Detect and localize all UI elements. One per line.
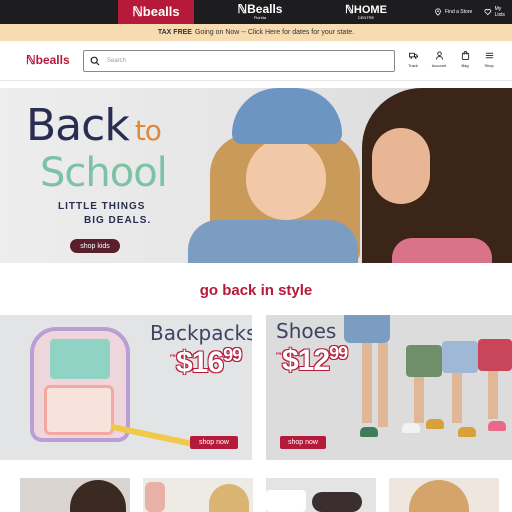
- brand-tab-label: ℕBealls: [237, 2, 283, 16]
- hero-photo-bucket-hat: [232, 88, 342, 144]
- section-title: go back in style: [199, 282, 313, 299]
- shoes-promo[interactable]: Shoes FROM $1299 shop now: [266, 315, 512, 460]
- my-lists-link[interactable]: My Lists: [484, 0, 512, 24]
- backpacks-price-dollars: $16: [176, 346, 224, 379]
- shoes-photo-shorts: [478, 339, 512, 371]
- category-tile[interactable]: [266, 478, 376, 512]
- hero-photo-denim-jacket: [188, 220, 358, 263]
- category-tile[interactable]: [143, 478, 253, 512]
- search-icon: [90, 56, 100, 66]
- tax-free-text: Going on Now -- Click Here for dates for…: [194, 29, 355, 36]
- search-placeholder: Search: [107, 58, 127, 64]
- backpacks-promo[interactable]: Backpacks FROM $1699 shop now: [0, 315, 252, 460]
- shoes-photo-leg: [362, 343, 372, 423]
- person-icon: [435, 51, 443, 60]
- location-pin-icon: [435, 8, 441, 16]
- tile-photo-phone: [145, 482, 165, 512]
- hero-title-back: Back to: [26, 104, 162, 153]
- shoes-photo-sneaker: [402, 423, 420, 433]
- bealls-logo[interactable]: ℕbealls: [26, 53, 70, 67]
- shoes-photo-leg: [452, 373, 462, 423]
- hero-photo-girl-face: [372, 128, 430, 204]
- shoes-title: Shoes: [276, 319, 337, 343]
- backpacks-price-cents: 99: [223, 345, 242, 365]
- shop-backpacks-button[interactable]: shop now: [190, 436, 238, 449]
- shoes-photo-leg: [488, 371, 498, 419]
- category-tile[interactable]: [389, 478, 499, 512]
- find-store-link[interactable]: Find a Store: [434, 0, 472, 24]
- site-header: ℕbealls Search Track Account Bag Shop: [0, 41, 512, 81]
- shoes-photo-sneaker: [458, 427, 476, 437]
- menu-icon: [485, 52, 493, 59]
- hero-photo-girl-top: [392, 238, 492, 263]
- bag-label: Bag: [461, 63, 469, 68]
- truck-icon: [408, 52, 418, 59]
- shoes-price-dollars: $12: [282, 344, 330, 377]
- find-store-label: Find a Store: [445, 9, 473, 15]
- tile-photo-sunglasses: [312, 492, 362, 512]
- tile-photo-boy: [70, 480, 126, 512]
- backpacks-title: Backpacks: [150, 321, 252, 345]
- hero-word-to: to: [134, 114, 162, 147]
- hero-title-school: School: [40, 150, 168, 196]
- tile-photo-appliance: [266, 490, 306, 512]
- shoes-photo-sneaker: [488, 421, 506, 431]
- backpack-pocket: [44, 385, 114, 435]
- shoes-photo-shorts: [442, 341, 478, 373]
- brand-tab-bealls[interactable]: ℕbealls: [118, 0, 194, 24]
- hero-subtitle-line1: LITTLE THINGS: [58, 201, 146, 212]
- bag-icon: [461, 51, 469, 60]
- shop-menu-button[interactable]: Shop: [478, 51, 500, 68]
- backpack-contents: [50, 339, 110, 379]
- brand-bar: ℕbealls ℕBealls Florida ℕHOME CENTRE Fin…: [0, 0, 512, 24]
- shop-kids-button[interactable]: shop kids: [70, 239, 120, 253]
- brand-tab-bealls-florida[interactable]: ℕBealls Florida: [232, 0, 288, 24]
- tile-photo-woman: [409, 480, 469, 512]
- shoes-photo-sneaker: [360, 427, 378, 437]
- tile-photo-girl: [209, 484, 249, 512]
- shop-shoes-button[interactable]: shop now: [280, 436, 326, 449]
- tax-free-bold: TAX FREE: [157, 29, 192, 36]
- brand-tab-label: ℕHOME: [345, 3, 387, 16]
- shoes-price: $1299: [282, 343, 348, 378]
- my-lists-label: My Lists: [494, 6, 505, 18]
- hero-photo-girl-smiling: [246, 138, 326, 220]
- backpacks-price: $1699: [176, 345, 242, 380]
- shop-label: Shop: [484, 63, 494, 68]
- brand-tab-sublabel: Florida: [253, 15, 267, 20]
- account-label: Account: [431, 63, 447, 68]
- shoes-photo-shorts-left: [344, 315, 390, 343]
- shoes-photo-leg: [378, 343, 388, 427]
- shoes-photo-shorts: [406, 345, 442, 377]
- search-input[interactable]: Search: [83, 50, 395, 72]
- hero-subtitle-line2: BIG DEALS.: [84, 215, 152, 226]
- account-button[interactable]: Account: [428, 51, 450, 68]
- shoes-photo-leg: [414, 377, 424, 423]
- bag-button[interactable]: Bag: [454, 51, 476, 68]
- brand-tab-home-centre[interactable]: ℕHOME CENTRE: [338, 0, 394, 24]
- tax-free-banner[interactable]: TAX FREE Going on Now -- Click Here for …: [0, 24, 512, 41]
- shoes-photo-sneaker: [426, 419, 444, 429]
- hero-word-back: Back: [26, 100, 130, 151]
- back-to-school-hero[interactable]: Back to School LITTLE THINGS BIG DEALS. s…: [0, 88, 512, 263]
- track-button[interactable]: Track: [402, 51, 424, 68]
- brand-tab-sublabel: CENTRE: [357, 14, 375, 20]
- track-label: Track: [408, 63, 418, 68]
- shoes-price-cents: 99: [329, 343, 348, 363]
- heart-icon: [484, 9, 492, 16]
- brand-tab-label: ℕbealls: [132, 4, 180, 19]
- category-tile[interactable]: [20, 478, 130, 512]
